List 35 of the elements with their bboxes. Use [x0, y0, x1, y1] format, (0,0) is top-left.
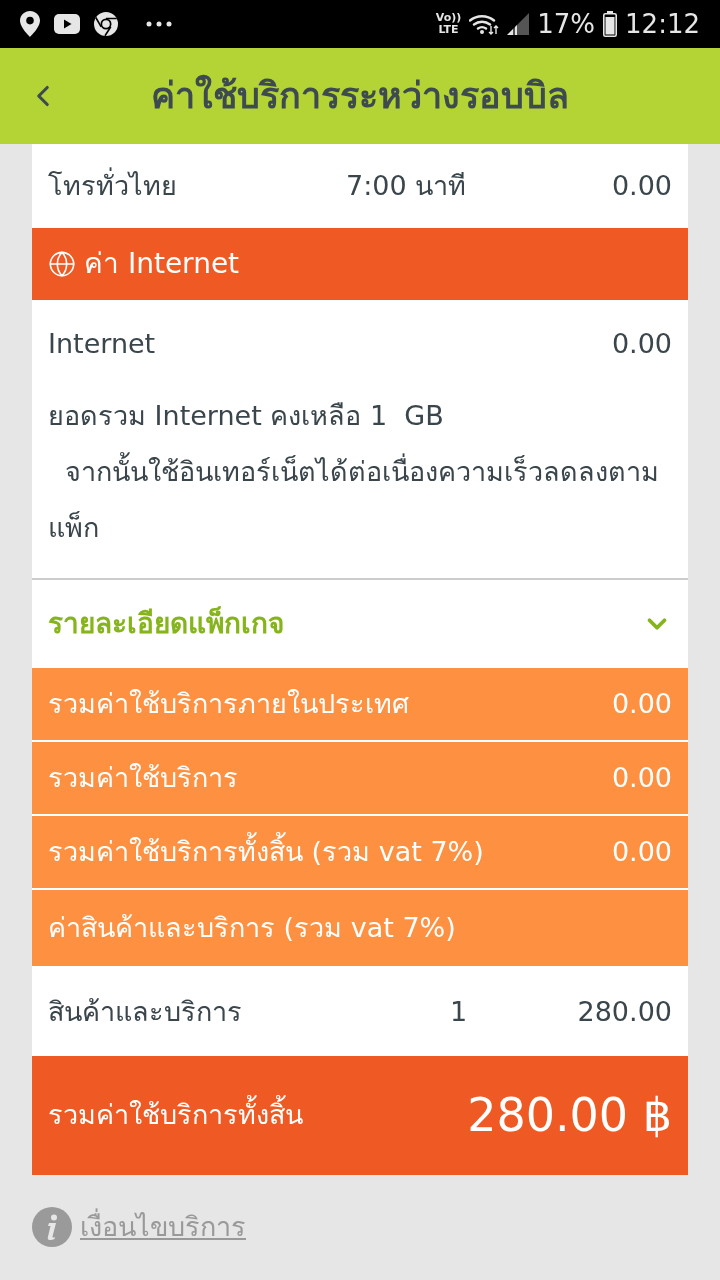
product-label: สินค้าและบริการ	[48, 994, 243, 1029]
info-icon	[32, 1207, 72, 1248]
package-details-toggle[interactable]: รายละเอียดแพ็กเกจ	[32, 580, 688, 668]
browser-icon	[94, 12, 118, 36]
summary-value: 0.00	[611, 686, 672, 721]
product-quantity: 1	[450, 994, 469, 1029]
battery-icon	[603, 11, 618, 37]
section-title: ค่า Internet	[84, 246, 240, 282]
internet-note: ยอดรวม Internet คงเหลือ 1 GB จากนั้นใช้อินเทอร์เน็ตได้ต่อเนื่องความเร็วลดลงตามแพ็ก	[48, 399, 661, 545]
call-price: 0.00	[611, 168, 672, 203]
grand-total-value: 280.00 ฿	[467, 1087, 672, 1144]
product-price: 280.00	[577, 994, 672, 1029]
summary-value: 0.00	[611, 760, 672, 795]
call-duration: 7:00 นาที	[346, 168, 468, 203]
play-icon	[54, 14, 80, 34]
page-title: ค่าใช้บริการระหว่างรอบบิล	[151, 73, 569, 118]
grand-total-label: รวมค่าใช้บริการทั้งสิ้น	[48, 1095, 303, 1136]
summary-value: 0.00	[611, 834, 672, 869]
internet-label: Internet	[48, 326, 156, 361]
clock-time: 12:12	[625, 11, 700, 37]
terms-link[interactable]: เงื่อนไขบริการ	[80, 1207, 246, 1248]
globe-icon	[48, 250, 76, 278]
wifi-icon	[469, 13, 500, 35]
battery-percent: 17%	[537, 11, 596, 37]
summary-label: ค่าสินค้าและบริการ (รวม vat 7%)	[48, 910, 456, 945]
summary-label: รวมค่าใช้บริการภายในประเทศ	[48, 686, 409, 721]
summary-label: รวมค่าใช้บริการ	[48, 760, 238, 795]
signal-icon	[507, 13, 530, 35]
call-label: โทรทั่วไทย	[48, 166, 178, 203]
volte-label: Vo))	[435, 12, 462, 24]
internet-price: 0.00	[611, 326, 672, 361]
lte-label: LTE	[438, 24, 459, 36]
location-pin-icon	[20, 11, 40, 37]
more-icon	[146, 21, 172, 27]
summary-label: รวมค่าใช้บริการทั้งสิ้น (รวม vat 7%)	[48, 831, 484, 873]
